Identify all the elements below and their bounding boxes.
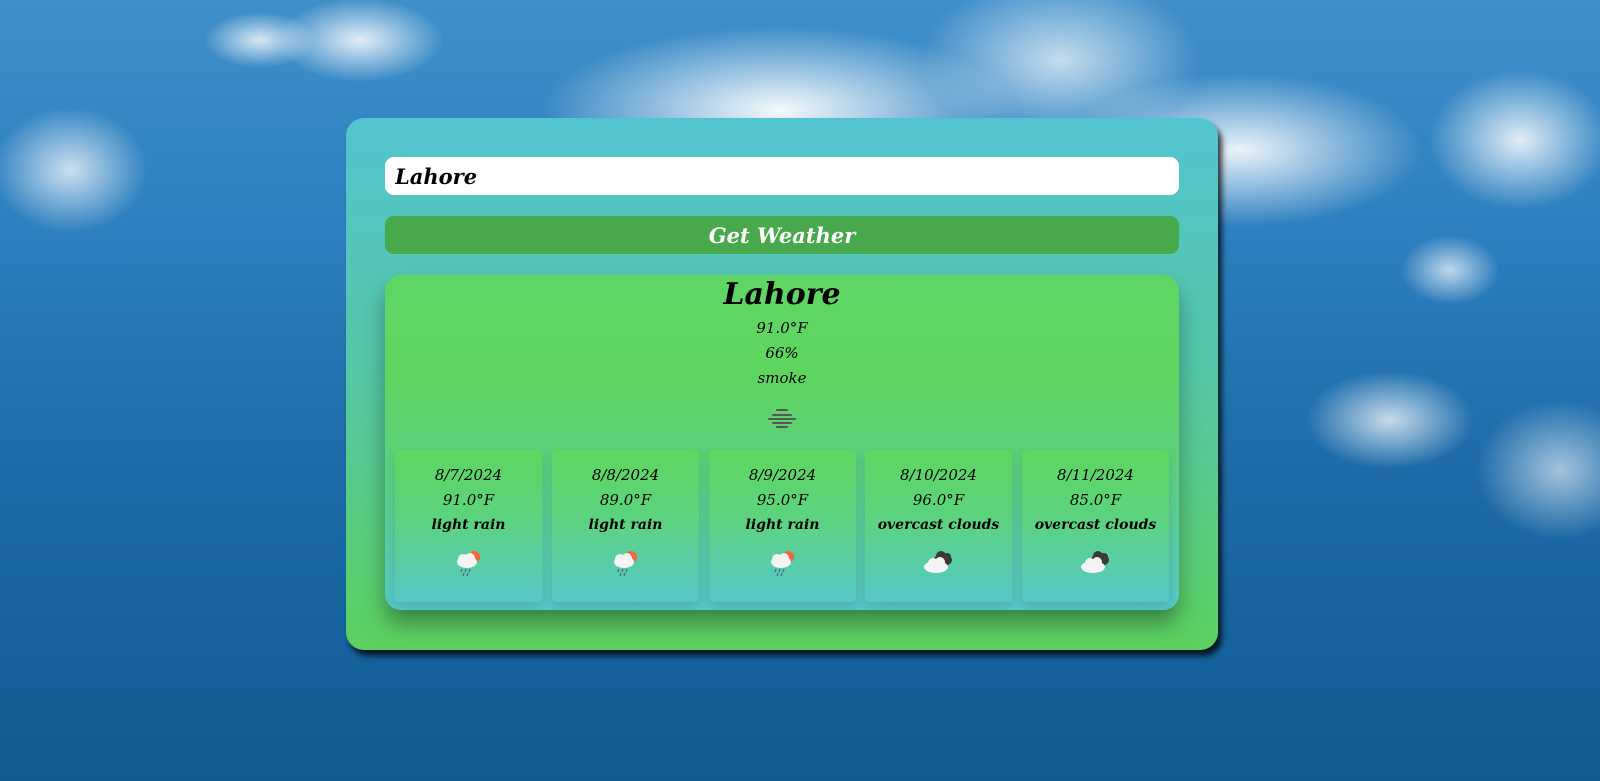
current-humidity: 66% — [765, 344, 799, 362]
forecast-card: 8/11/2024 85.0°F overcast clouds — [1022, 450, 1169, 602]
forecast-list: 8/7/2024 91.0°F light rain 8/8/2024 89.0… — [395, 450, 1169, 602]
forecast-temperature: 96.0°F — [912, 491, 965, 509]
forecast-description: light rain — [588, 517, 663, 533]
current-description: smoke — [757, 369, 807, 387]
forecast-description: light rain — [745, 517, 820, 533]
weather-card: Get Weather Lahore 91.0°F 66% smoke 8/7/… — [346, 118, 1218, 650]
current-city-name: Lahore — [723, 277, 841, 312]
forecast-temperature: 91.0°F — [442, 491, 495, 509]
forecast-card: 8/7/2024 91.0°F light rain — [395, 450, 542, 602]
rain-sun-icon — [614, 551, 637, 577]
forecast-description: overcast clouds — [1034, 517, 1157, 533]
get-weather-button[interactable]: Get Weather — [385, 216, 1179, 254]
forecast-date: 8/7/2024 — [434, 466, 503, 484]
forecast-description: overcast clouds — [877, 517, 1000, 533]
forecast-card: 8/10/2024 96.0°F overcast clouds — [865, 450, 1012, 602]
current-temperature: 91.0°F — [756, 319, 808, 337]
haze-icon — [768, 409, 796, 428]
rain-sun-icon — [457, 551, 480, 577]
forecast-card: 8/8/2024 89.0°F light rain — [552, 450, 699, 602]
forecast-temperature: 95.0°F — [756, 491, 809, 509]
weather-result-panel: Lahore 91.0°F 66% smoke 8/7/2024 91.0°F … — [385, 275, 1179, 610]
city-search-input[interactable] — [385, 157, 1179, 195]
forecast-date: 8/11/2024 — [1057, 466, 1134, 484]
overcast-clouds-icon — [1081, 551, 1109, 573]
overcast-clouds-icon — [924, 551, 952, 573]
rain-sun-icon — [771, 551, 794, 577]
forecast-card: 8/9/2024 95.0°F light rain — [709, 450, 856, 602]
forecast-temperature: 85.0°F — [1069, 491, 1122, 509]
forecast-date: 8/9/2024 — [748, 466, 817, 484]
forecast-description: light rain — [431, 517, 506, 533]
forecast-temperature: 89.0°F — [599, 491, 652, 509]
forecast-date: 8/10/2024 — [900, 466, 977, 484]
forecast-date: 8/8/2024 — [591, 466, 660, 484]
